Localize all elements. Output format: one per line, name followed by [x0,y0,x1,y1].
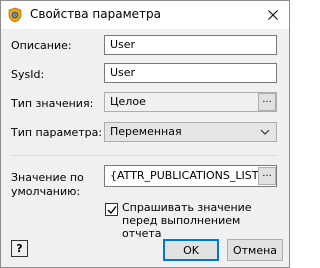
default-value-value: {ATTR_PUBLICATIONS_LIST_T... [110,169,277,182]
param-type-select[interactable]: Переменная [104,122,277,142]
window-title: Свойства параметра [30,7,161,21]
close-icon [268,10,278,20]
default-value-label-line2: умолчанию: [11,185,81,198]
value-type-label: Тип значения: [11,97,94,110]
sysid-field[interactable]: User [104,63,277,83]
param-type-label: Тип параметра: [11,126,103,139]
value-type-browse-label: ... [262,94,272,105]
description-label: Описание: [11,39,72,52]
title-bar: Свойства параметра [1,1,289,29]
value-type-value: Целое [110,95,146,108]
value-type-browse-button[interactable]: ... [258,93,276,111]
checkmark-icon [107,206,117,215]
description-field[interactable]: User [104,35,277,55]
default-value-label-line1: Значение по [11,171,84,184]
help-button[interactable]: ? [11,240,28,257]
help-label: ? [16,242,23,255]
cancel-label: Отмена [232,243,278,257]
sysid-value: User [110,66,136,79]
ask-value-checkbox[interactable] [105,203,118,216]
default-value-browse-button[interactable]: ... [258,167,276,185]
default-value-field[interactable]: {ATTR_PUBLICATIONS_LIST_T... [104,165,277,187]
ask-value-label[interactable]: Спрашивать значение перед выполнением от… [122,201,282,240]
close-button[interactable] [259,3,287,27]
separator [11,155,277,156]
properties-dialog: Свойства параметра Описание: User SysId:… [0,0,290,268]
ok-label: OK [183,243,199,257]
ok-button[interactable]: OK [163,239,219,261]
param-type-value: Переменная [110,125,182,138]
shield-gear-icon [7,7,23,23]
sysid-label: SysId: [11,68,45,81]
default-value-browse-label: ... [262,168,272,179]
cancel-button[interactable]: Отмена [227,239,283,261]
chevron-down-icon [260,129,270,135]
value-type-field: Целое [104,92,277,112]
description-value: User [110,38,136,51]
